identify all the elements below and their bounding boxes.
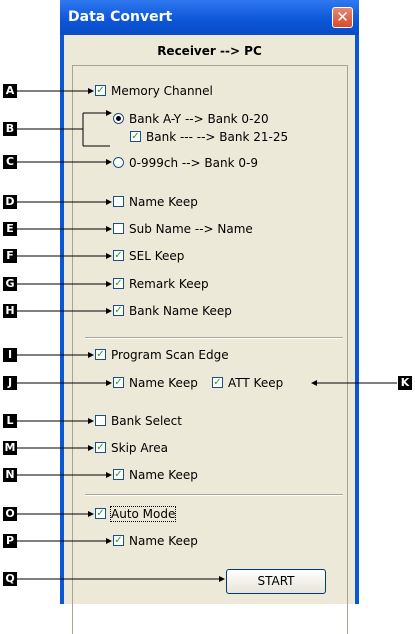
callout-d: D: [3, 195, 17, 209]
callout-e: E: [3, 222, 17, 236]
callout-h: H: [3, 304, 17, 318]
callout-l: L: [3, 414, 17, 428]
callout-b: B: [3, 122, 17, 136]
callout-m: M: [3, 441, 17, 455]
callout-i: I: [3, 348, 17, 362]
callout-p: P: [3, 534, 17, 548]
callout-leaders: [17, 88, 397, 582]
callout-g: G: [3, 277, 17, 291]
callout-q: Q: [3, 572, 17, 586]
callout-k: K: [398, 376, 412, 390]
callout-f: F: [3, 249, 17, 263]
callout-n: N: [3, 468, 17, 482]
callout-o: O: [3, 507, 17, 521]
callout-a: A: [3, 84, 17, 98]
callout-j: J: [3, 376, 17, 390]
callout-c: C: [3, 155, 17, 169]
